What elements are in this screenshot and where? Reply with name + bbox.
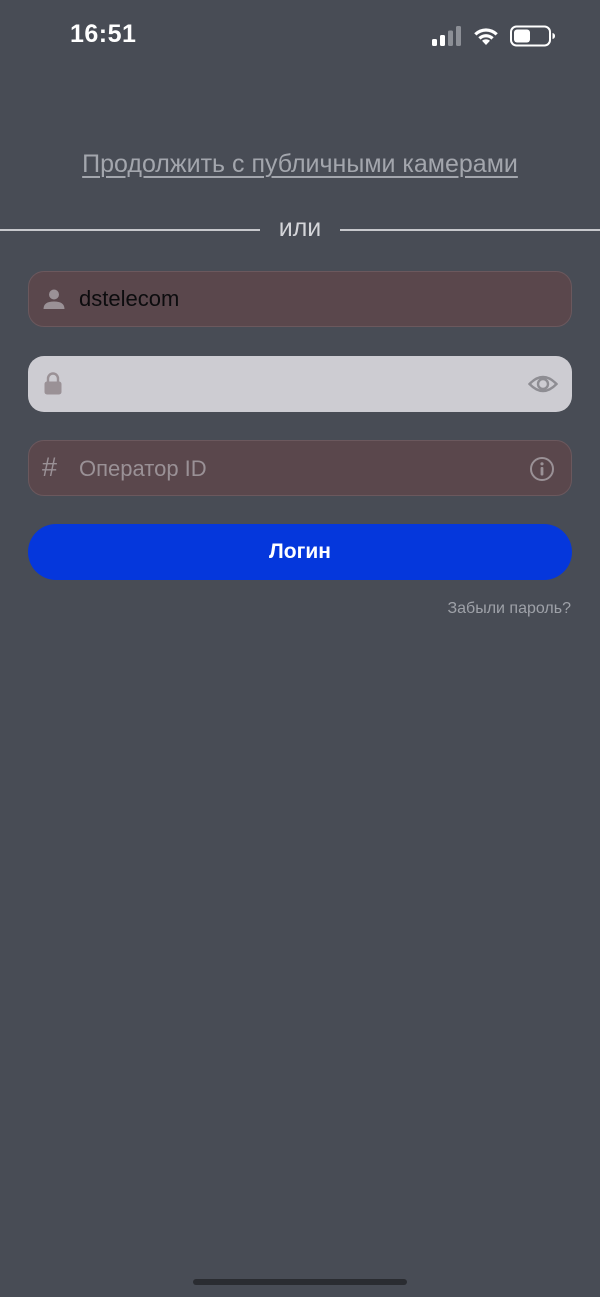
divider-label: или bbox=[278, 214, 322, 242]
cellular-signal-icon bbox=[432, 26, 461, 46]
battery-icon bbox=[510, 25, 555, 47]
status-bar: 16:51 bbox=[0, 0, 600, 72]
hash-icon: # bbox=[42, 452, 58, 482]
divider-line-right bbox=[340, 229, 600, 231]
public-cameras-link[interactable]: Продолжить с публичными камерами bbox=[0, 150, 600, 179]
operator-id-field[interactable]: # Оператор ID bbox=[28, 440, 572, 496]
or-divider: или bbox=[0, 212, 600, 246]
wifi-icon bbox=[474, 28, 498, 45]
operator-id-placeholder: Оператор ID bbox=[79, 456, 207, 481]
user-icon bbox=[43, 289, 65, 309]
home-indicator[interactable] bbox=[193, 1279, 407, 1285]
divider-line-left bbox=[0, 229, 260, 231]
login-button[interactable]: Логин bbox=[28, 524, 572, 580]
forgot-password-link[interactable]: Забыли пароль? bbox=[447, 600, 571, 618]
lock-icon bbox=[44, 372, 62, 395]
info-icon[interactable] bbox=[527, 455, 557, 483]
status-time: 16:51 bbox=[70, 20, 137, 48]
eye-icon[interactable] bbox=[528, 370, 558, 398]
username-value: dstelecom bbox=[79, 286, 180, 311]
username-field[interactable]: dstelecom bbox=[28, 271, 572, 327]
password-field[interactable] bbox=[28, 356, 572, 412]
